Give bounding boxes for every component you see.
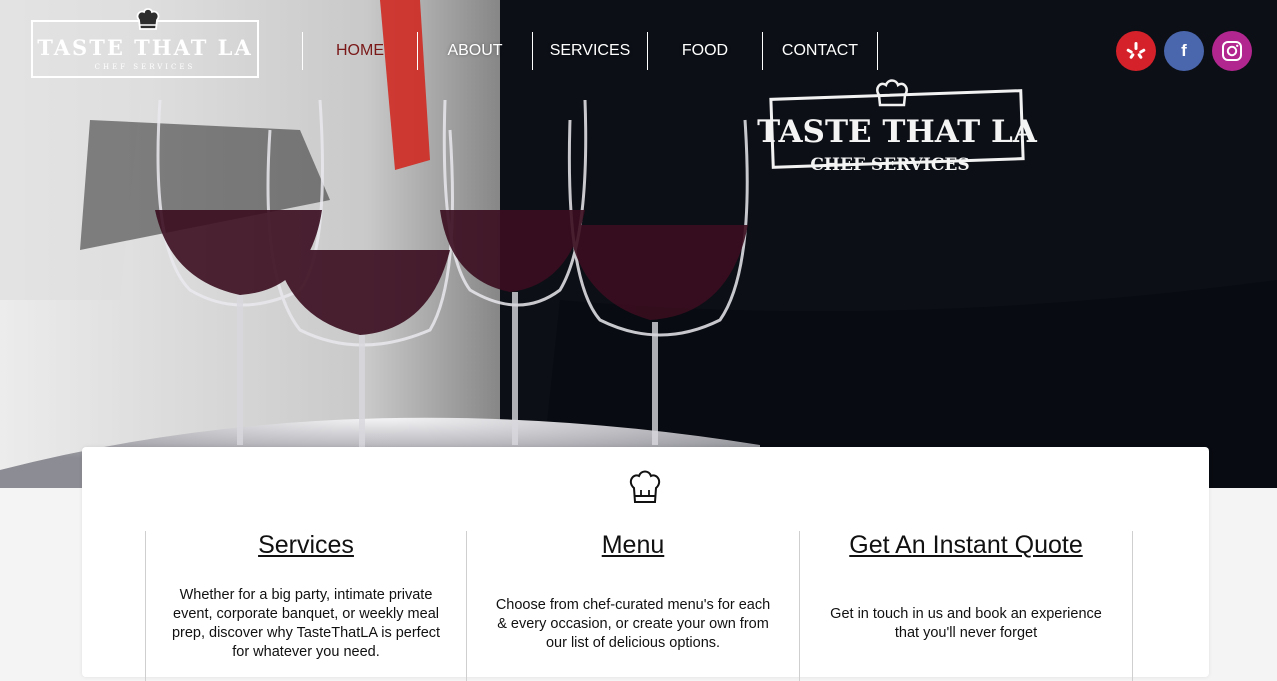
menu-line: & every occasion, or create your own fro… xyxy=(497,616,769,632)
facebook-button[interactable]: f xyxy=(1164,31,1204,71)
menu-line: Choose from chef-curated menu's for each xyxy=(495,597,771,613)
nav-contact[interactable]: CONTACT xyxy=(762,32,878,70)
logo-subtitle: CHEF SERVICES xyxy=(94,63,196,71)
intro-card: Services Whether for a big party, intima… xyxy=(82,447,1209,681)
instagram-button[interactable] xyxy=(1212,31,1252,71)
menu-description: Choose from chef-curated menu's for each… xyxy=(481,596,785,653)
menu-line: our list of delicious options. xyxy=(545,635,721,651)
services-heading[interactable]: Services xyxy=(146,531,466,560)
quote-line: that you'll never forget xyxy=(894,625,1038,641)
nav-home[interactable]: HOME xyxy=(302,32,417,70)
quote-heading[interactable]: Get An Instant Quote xyxy=(800,531,1132,560)
nav-services[interactable]: SERVICES xyxy=(532,32,647,70)
yelp-button[interactable] xyxy=(1116,31,1156,71)
main-nav: HOME ABOUT SERVICES FOOD CONTACT xyxy=(302,32,878,70)
apron-logo-subtitle: CHEF SERVICES xyxy=(810,155,969,175)
services-line: for whatever you need. xyxy=(232,644,380,660)
apron-logo-title: TASTE THAT LA xyxy=(757,114,1038,150)
services-column: Services Whether for a big party, intima… xyxy=(145,531,466,681)
chef-hat-icon xyxy=(136,8,160,30)
quote-line: Get in touch in us and book an experienc… xyxy=(830,606,1102,622)
quote-description: Get in touch in us and book an experienc… xyxy=(814,605,1118,643)
services-line: event, corporate banquet, or weekly meal xyxy=(173,606,439,622)
services-line: Whether for a big party, intimate privat… xyxy=(179,587,433,603)
quote-column: Get An Instant Quote Get in touch in us … xyxy=(799,531,1133,681)
yelp-icon xyxy=(1126,42,1146,59)
chef-hat-icon xyxy=(629,470,661,503)
services-description: Whether for a big party, intimate privat… xyxy=(160,586,452,662)
instagram-icon xyxy=(1222,41,1242,61)
menu-heading[interactable]: Menu xyxy=(467,531,799,560)
menu-column: Menu Choose from chef-curated menu's for… xyxy=(466,531,799,681)
nav-food[interactable]: FOOD xyxy=(647,32,762,70)
logo-title: TASTE THAT LA xyxy=(37,35,253,60)
nav-about[interactable]: ABOUT xyxy=(417,32,532,70)
site-logo[interactable]: TASTE THAT LA CHEF SERVICES xyxy=(31,8,259,78)
facebook-icon: f xyxy=(1181,41,1187,60)
services-line: prep, discover why TasteThatLA is perfec… xyxy=(171,625,441,641)
hero-image: TASTE THAT LA CHEF SERVICES TASTE THAT L… xyxy=(0,0,1277,488)
